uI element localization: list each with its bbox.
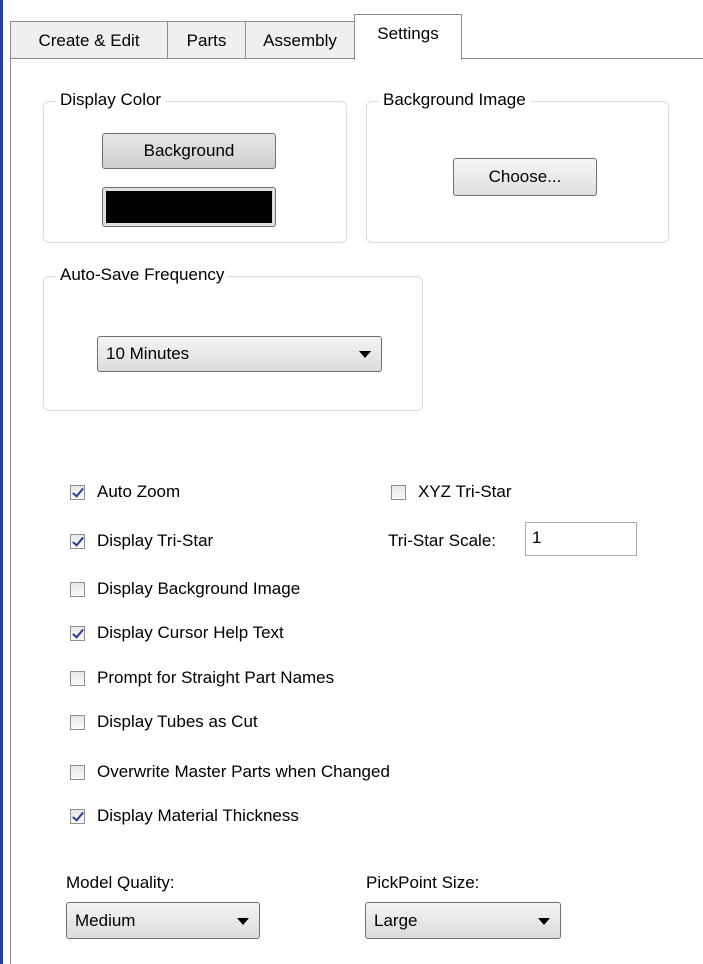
chevron-down-icon: [237, 917, 249, 925]
checkbox-box[interactable]: [70, 625, 85, 641]
tristar-scale-input[interactable]: 1: [525, 522, 637, 556]
auto-zoom-checkbox[interactable]: Auto Zoom: [70, 482, 180, 502]
checkbox-box[interactable]: [70, 808, 85, 824]
model-quality-label: Model Quality:: [66, 873, 175, 892]
display-tristar-checkbox[interactable]: Display Tri-Star: [70, 531, 213, 551]
tab-strip: Create & Edit Parts Assembly Settings: [10, 0, 703, 60]
checkbox-label: Display Cursor Help Text: [97, 623, 284, 642]
tab-assembly[interactable]: Assembly: [245, 21, 355, 58]
xyz-tristar-checkbox[interactable]: XYZ Tri-Star: [391, 482, 512, 502]
checkbox-box[interactable]: [70, 533, 85, 549]
background-color-button[interactable]: Background: [102, 133, 276, 169]
checkbox-label: Display Tubes as Cut: [97, 712, 258, 731]
tab-label: Assembly: [263, 31, 337, 50]
tab-create-edit[interactable]: Create & Edit: [10, 21, 168, 58]
auto-save-title: Auto-Save Frequency: [56, 265, 229, 285]
checkbox-box[interactable]: [70, 764, 85, 780]
checkbox-box[interactable]: [391, 484, 406, 500]
prompt-straight-part-names-checkbox[interactable]: Prompt for Straight Part Names: [70, 668, 334, 688]
chevron-down-icon: [538, 917, 550, 925]
tab-label: Create & Edit: [38, 31, 140, 50]
checkbox-box[interactable]: [70, 670, 85, 686]
chevron-down-icon: [359, 351, 371, 358]
display-background-image-checkbox[interactable]: Display Background Image: [70, 579, 300, 599]
auto-save-dropdown[interactable]: 10 Minutes: [97, 336, 382, 372]
display-color-title: Display Color: [56, 90, 166, 110]
checkbox-label: Auto Zoom: [97, 482, 181, 501]
swatch-fill: [106, 191, 272, 223]
checkbox-box[interactable]: [70, 581, 85, 597]
checkbox-box[interactable]: [70, 714, 85, 730]
tab-label: Settings: [377, 24, 439, 43]
pickpoint-size-label: PickPoint Size:: [366, 873, 480, 892]
checkbox-label: Display Tri-Star: [97, 531, 214, 550]
display-cursor-help-checkbox[interactable]: Display Cursor Help Text: [70, 623, 284, 643]
window-edge: [0, 0, 3, 964]
display-tubes-as-cut-checkbox[interactable]: Display Tubes as Cut: [70, 712, 258, 732]
overwrite-master-parts-checkbox[interactable]: Overwrite Master Parts when Changed: [70, 762, 390, 782]
checkbox-label: XYZ Tri-Star: [418, 482, 512, 501]
background-image-title: Background Image: [379, 90, 530, 110]
pickpoint-size-dropdown[interactable]: Large: [365, 902, 561, 939]
tab-settings[interactable]: Settings: [354, 14, 462, 60]
checkbox-label: Overwrite Master Parts when Changed: [97, 762, 390, 781]
display-material-thickness-checkbox[interactable]: Display Material Thickness: [70, 806, 299, 826]
tab-parts[interactable]: Parts: [167, 21, 246, 58]
checkbox-box[interactable]: [70, 484, 85, 500]
checkbox-label: Display Material Thickness: [97, 806, 299, 825]
model-quality-dropdown[interactable]: Medium: [66, 902, 260, 939]
choose-image-button[interactable]: Choose...: [453, 158, 597, 196]
pickpoint-size-value: Large: [374, 910, 418, 930]
model-quality-value: Medium: [75, 910, 136, 930]
auto-save-value: 10 Minutes: [106, 344, 190, 363]
tab-label: Parts: [186, 31, 227, 50]
page-border: [10, 58, 11, 964]
checkbox-label: Prompt for Straight Part Names: [97, 668, 335, 687]
background-color-swatch[interactable]: [102, 187, 276, 227]
checkbox-label: Display Background Image: [97, 579, 301, 598]
tristar-scale-label: Tri-Star Scale:: [388, 531, 497, 550]
